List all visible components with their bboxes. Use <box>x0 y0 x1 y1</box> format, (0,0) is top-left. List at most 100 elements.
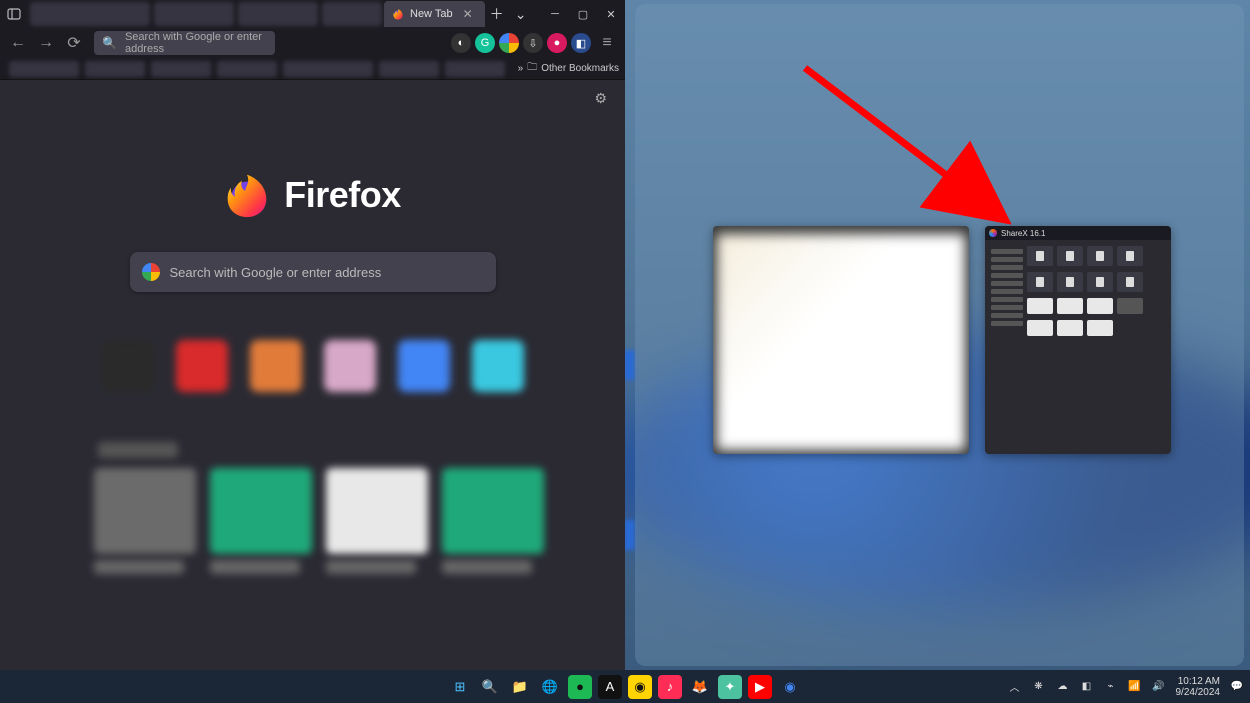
address-bar[interactable]: 🔍 Search with Google or enter address <box>94 31 275 55</box>
background-tab[interactable] <box>154 2 234 26</box>
card-caption <box>326 560 416 574</box>
app-menu-button[interactable]: ≡ <box>595 31 619 55</box>
taskbar-clock[interactable]: 10:12 AM 9/24/2024 <box>1176 676 1221 698</box>
tray-volume-icon[interactable]: 🔊 <box>1152 680 1166 694</box>
taskbar-center: ⊞🔍📁🌐●A◉♪🦊✦▶◉ <box>448 675 802 699</box>
card-caption <box>94 560 184 574</box>
tray-wifi-icon[interactable]: 📶 <box>1128 680 1142 694</box>
wallpaper-stripe <box>625 350 635 380</box>
homepage-search-input[interactable]: Search with Google or enter address <box>130 252 496 292</box>
top-site-tile[interactable] <box>102 340 154 392</box>
tab-title: New Tab <box>410 8 453 20</box>
recommended-card[interactable] <box>94 468 196 554</box>
bookmark-item[interactable] <box>85 61 145 77</box>
sidebar-toggle-icon[interactable] <box>0 0 28 28</box>
homepage-search-placeholder: Search with Google or enter address <box>170 265 382 280</box>
taskbar-search-icon[interactable]: 🔍 <box>478 675 502 699</box>
taskbar-music-icon[interactable]: ♪ <box>658 675 682 699</box>
taskbar-spotify-icon[interactable]: ● <box>568 675 592 699</box>
taskbar-start-icon[interactable]: ⊞ <box>448 675 472 699</box>
firefox-window: New Tab ✕ ＋ ⌄ ─ ▢ ✕ ← → ⟳ 🔍 Search with … <box>0 0 625 670</box>
background-tab[interactable] <box>30 2 150 26</box>
card-caption <box>442 560 532 574</box>
bookmark-item[interactable] <box>283 61 373 77</box>
window-controls: ─ ▢ ✕ <box>541 0 625 28</box>
reload-button[interactable]: ⟳ <box>62 31 86 55</box>
close-button[interactable]: ✕ <box>597 0 625 28</box>
bookmark-item[interactable] <box>379 61 439 77</box>
taskbar-app-y-icon[interactable]: ◉ <box>628 675 652 699</box>
ext-grammarly[interactable]: G <box>475 33 495 53</box>
section-heading <box>98 442 178 458</box>
top-sites-row <box>102 340 524 392</box>
tray-chevron-icon[interactable]: ︿ <box>1008 680 1022 694</box>
bookmarks-overflow-icon[interactable]: » <box>518 63 524 74</box>
tabs-dropdown-icon[interactable]: ⌄ <box>509 6 533 23</box>
google-icon <box>142 263 160 281</box>
recommended-card[interactable] <box>326 468 428 554</box>
recommended-card[interactable] <box>442 468 544 554</box>
background-tab[interactable] <box>322 2 382 26</box>
top-site-tile[interactable] <box>250 340 302 392</box>
ext-google[interactable] <box>499 33 519 53</box>
top-site-tile[interactable] <box>398 340 450 392</box>
ext-6[interactable]: ◧ <box>571 33 591 53</box>
tab-close-icon[interactable]: ✕ <box>459 7 477 21</box>
tray-app-icon[interactable]: ◧ <box>1080 680 1094 694</box>
active-tab[interactable]: New Tab ✕ <box>384 1 485 27</box>
tray-network-icon[interactable]: ⌁ <box>1104 680 1118 694</box>
taskbar-youtube-icon[interactable]: ▶ <box>748 675 772 699</box>
top-site-tile[interactable] <box>324 340 376 392</box>
newtab-content: ⚙ Firefox Search with Google or enter ad… <box>0 80 625 670</box>
background-tab[interactable] <box>238 2 318 26</box>
taskbar-firefox-icon[interactable]: 🦊 <box>688 675 712 699</box>
snap-thumbnail[interactable] <box>713 226 969 454</box>
brand-text: Firefox <box>284 174 401 216</box>
ext-pocket[interactable]: ⇩ <box>523 33 543 53</box>
bookmark-item[interactable] <box>9 61 79 77</box>
tray-onedrive-icon[interactable]: ☁ <box>1056 680 1070 694</box>
sharex-icon <box>989 229 997 237</box>
system-tray: ︿ ❋ ☁ ◧ ⌁ 📶 🔊 10:12 AM 9/24/2024 💬 <box>1008 676 1245 698</box>
ext-5[interactable]: ● <box>547 33 567 53</box>
ext-1[interactable]: ◐ <box>451 33 471 53</box>
card-caption <box>210 560 300 574</box>
taskbar-edge-icon[interactable]: 🌐 <box>538 675 562 699</box>
snap-thumbnail-sharex[interactable]: ShareX 16.1 <box>985 226 1171 454</box>
taskbar-explorer-icon[interactable]: 📁 <box>508 675 532 699</box>
desktop-right-half: ShareX 16.1 <box>625 0 1250 670</box>
thumb-title: ShareX 16.1 <box>1001 229 1045 238</box>
top-site-tile[interactable] <box>176 340 228 392</box>
bookmark-item[interactable] <box>151 61 211 77</box>
taskbar-app-s-icon[interactable]: ✦ <box>718 675 742 699</box>
forward-button[interactable]: → <box>34 31 58 55</box>
taskbar-chrome-icon[interactable]: ◉ <box>778 675 802 699</box>
customize-gear-icon[interactable]: ⚙ <box>594 90 607 107</box>
maximize-button[interactable]: ▢ <box>569 0 597 28</box>
clock-time: 10:12 AM <box>1176 676 1221 687</box>
taskbar-app-a-icon[interactable]: A <box>598 675 622 699</box>
back-button[interactable]: ← <box>6 31 30 55</box>
firefox-brand: Firefox <box>224 172 401 218</box>
notifications-icon[interactable]: 💬 <box>1230 680 1244 694</box>
folder-icon: 🗀 <box>527 60 537 77</box>
other-bookmarks-button[interactable]: Other Bookmarks <box>541 63 619 74</box>
nav-toolbar: ← → ⟳ 🔍 Search with Google or enter addr… <box>0 28 625 58</box>
tabstrip: New Tab ✕ ＋ ⌄ <box>28 0 541 28</box>
taskbar: ⊞🔍📁🌐●A◉♪🦊✦▶◉ ︿ ❋ ☁ ◧ ⌁ 📶 🔊 10:12 AM 9/24… <box>0 670 1250 703</box>
search-icon: 🔍 <box>102 36 117 50</box>
minimize-button[interactable]: ─ <box>541 0 569 28</box>
bookmark-item[interactable] <box>217 61 277 77</box>
top-site-tile[interactable] <box>472 340 524 392</box>
clock-date: 9/24/2024 <box>1176 687 1221 698</box>
bookmarks-toolbar: » 🗀 Other Bookmarks <box>0 58 625 80</box>
bookmark-item[interactable] <box>445 61 505 77</box>
firefox-favicon-icon <box>392 8 404 20</box>
recommended-card[interactable] <box>210 468 312 554</box>
recommended-cards <box>94 468 625 574</box>
snap-assist-overlay: ShareX 16.1 <box>635 4 1244 666</box>
tray-settings-icon[interactable]: ❋ <box>1032 680 1046 694</box>
new-tab-button[interactable]: ＋ <box>485 4 509 24</box>
firefox-logo-icon <box>224 172 270 218</box>
titlebar: New Tab ✕ ＋ ⌄ ─ ▢ ✕ <box>0 0 625 28</box>
